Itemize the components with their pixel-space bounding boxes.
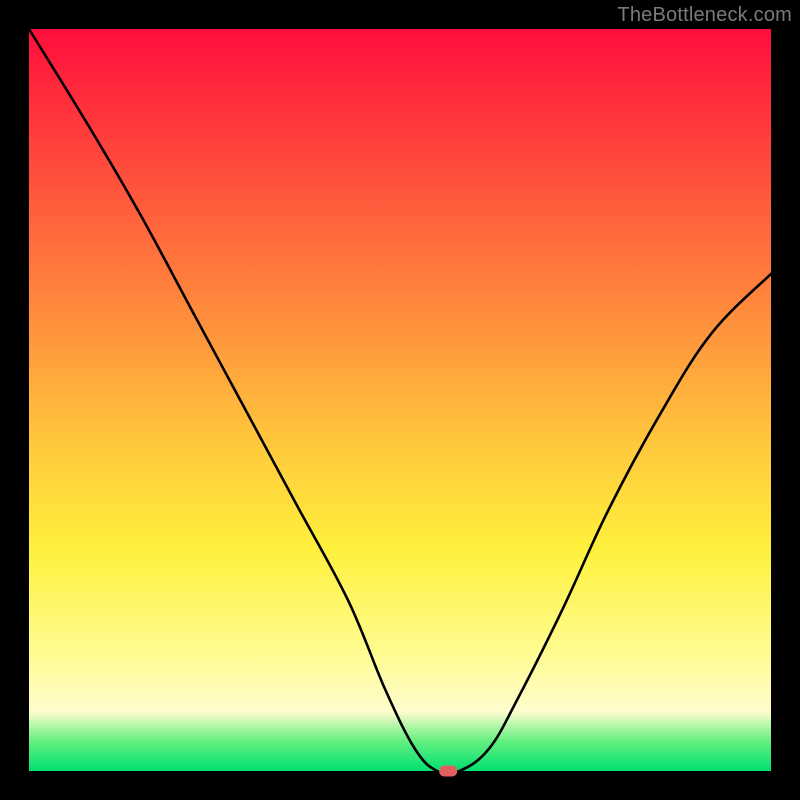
watermark-label: TheBottleneck.com — [617, 4, 792, 27]
curve-path — [29, 29, 771, 774]
chart-frame: TheBottleneck.com — [0, 0, 800, 800]
bottleneck-curve — [29, 29, 771, 771]
minimum-marker — [439, 766, 457, 777]
plot-area — [29, 29, 771, 771]
